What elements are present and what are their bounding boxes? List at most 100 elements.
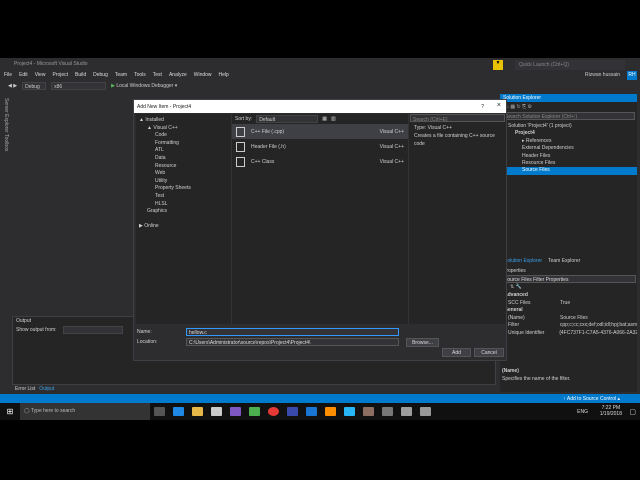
- menu-test[interactable]: Test: [153, 72, 162, 80]
- properties-object-select[interactable]: Source Files Filter Properties: [501, 275, 636, 283]
- store-icon[interactable]: [211, 407, 222, 416]
- tree-item[interactable]: [139, 216, 228, 224]
- menu-file[interactable]: File: [4, 72, 12, 80]
- sort-label: Sort by:: [235, 116, 253, 122]
- template-item[interactable]: C++ Class Visual C++: [232, 154, 408, 169]
- solution-tree-item[interactable]: ▸ References: [500, 138, 637, 145]
- menu-project[interactable]: Project: [52, 72, 68, 80]
- platform-select[interactable]: x86: [51, 82, 107, 90]
- add-to-source-control[interactable]: ↑ Add to Source Control ▴: [563, 396, 620, 402]
- name-label: Name:: [137, 329, 152, 335]
- tree-item[interactable]: Property Sheets: [139, 185, 228, 193]
- properties-sort-icons[interactable]: ⇅ 🔧: [500, 283, 637, 292]
- tree-item[interactable]: Code: [139, 132, 228, 140]
- tab-output[interactable]: Output: [39, 386, 54, 392]
- menu-debug[interactable]: Debug: [93, 72, 108, 80]
- solution-search-input[interactable]: Search Solution Explorer (Ctrl+;): [502, 112, 635, 120]
- tree-item[interactable]: ▶ Online: [139, 223, 228, 231]
- tray-language[interactable]: ENG: [577, 409, 588, 415]
- solution-tree-item[interactable]: External Dependencies: [500, 145, 637, 152]
- menu-team[interactable]: Team: [115, 72, 127, 80]
- add-button[interactable]: Add: [442, 348, 471, 357]
- property-row[interactable]: SCC Files True: [500, 300, 637, 308]
- template-item[interactable]: C++ File (.cpp) Visual C++: [232, 124, 408, 139]
- property-category[interactable]: Advanced: [500, 292, 637, 300]
- app-icon[interactable]: [401, 407, 412, 416]
- tree-item[interactable]: Utility: [139, 178, 228, 186]
- solution-tree-item[interactable]: Project4: [500, 130, 637, 137]
- sort-select[interactable]: Default: [256, 115, 319, 123]
- menu-window[interactable]: Window: [194, 72, 212, 80]
- tree-item[interactable]: Test: [139, 193, 228, 201]
- cancel-button[interactable]: Cancel: [474, 348, 504, 357]
- tree-item[interactable]: Graphics: [139, 208, 228, 216]
- menu-help[interactable]: Help: [219, 72, 229, 80]
- solution-toolbar[interactable]: ⌂ ▦ ↻ ⎘ ⚙: [500, 102, 637, 112]
- location-select[interactable]: C:\Users\Administrator\source\repos\Proj…: [186, 338, 399, 346]
- clock[interactable]: 7:22 PM 1/19/2018: [600, 405, 622, 417]
- property-row[interactable]: Filter cpp;c;cc;cxx;def;odl;idl;hpj;bat;a…: [500, 322, 637, 330]
- template-item[interactable]: Header File (.h) Visual C++: [232, 139, 408, 154]
- tab-solution-explorer[interactable]: Solution Explorer: [504, 258, 542, 264]
- edge-icon[interactable]: [173, 407, 184, 416]
- property-row[interactable]: Unique Identifier {4FC737F1-C7A5-4376-A06…: [500, 330, 637, 338]
- menu-view[interactable]: View: [35, 72, 46, 80]
- user-name[interactable]: Rizwan hussain: [585, 72, 620, 78]
- feedback-filter-icon[interactable]: ▼: [493, 60, 503, 70]
- side-tabs[interactable]: Server Explorer Toolbox: [0, 94, 10, 384]
- chrome-icon[interactable]: [268, 407, 279, 416]
- windows-start-icon[interactable]: ⊞: [0, 407, 20, 416]
- menu-tools[interactable]: Tools: [134, 72, 146, 80]
- tree-item[interactable]: Resource: [139, 163, 228, 171]
- quick-launch-input[interactable]: Quick Launch (Ctrl+Q): [515, 60, 625, 70]
- menu-analyze[interactable]: Analyze: [169, 72, 187, 80]
- property-category[interactable]: General: [500, 307, 637, 315]
- tree-item[interactable]: ▲ Visual C++: [139, 125, 228, 133]
- tree-item[interactable]: Data: [139, 155, 228, 163]
- vlc-icon[interactable]: [325, 407, 336, 416]
- solution-tree-item[interactable]: Header Files: [500, 153, 637, 160]
- name-input[interactable]: hellow.c: [186, 328, 399, 336]
- tree-item[interactable]: Web: [139, 170, 228, 178]
- app-icon[interactable]: [420, 407, 431, 416]
- app-icon[interactable]: [382, 407, 393, 416]
- output-source-select[interactable]: [62, 326, 123, 334]
- close-button[interactable]: ×: [497, 102, 501, 109]
- app-icon[interactable]: [249, 407, 260, 416]
- tree-item[interactable]: ▲ Installed: [139, 117, 228, 125]
- grid-view-icon[interactable]: ▦: [322, 116, 327, 122]
- help-button[interactable]: ?: [481, 104, 484, 110]
- avatar[interactable]: RH: [627, 71, 637, 80]
- solution-explorer: Solution Explorer ⌂ ▦ ↻ ⎘ ⚙ Search Solut…: [500, 94, 637, 267]
- app-icon[interactable]: [344, 407, 355, 416]
- solution-tree-item[interactable]: Resource Files: [500, 160, 637, 167]
- tab-error-list[interactable]: Error List: [15, 386, 35, 392]
- solution-tree-item[interactable]: Source Files: [500, 167, 637, 175]
- list-view-icon[interactable]: ▥: [331, 116, 336, 122]
- play-icon: ▶: [111, 83, 115, 89]
- taskbar-search-input[interactable]: ◯ Type here to search: [20, 403, 150, 420]
- menu-edit[interactable]: Edit: [19, 72, 28, 80]
- app-icon[interactable]: [287, 407, 298, 416]
- task-view-icon[interactable]: [154, 407, 165, 416]
- tree-item[interactable]: Formatting: [139, 140, 228, 148]
- notifications-icon[interactable]: ▢: [629, 408, 636, 416]
- properties-title: Properties: [503, 268, 526, 274]
- tree-item[interactable]: HLSL: [139, 201, 228, 209]
- app-icon[interactable]: [363, 407, 374, 416]
- menu-build[interactable]: Build: [75, 72, 86, 80]
- back-forward-icon[interactable]: ◀ ▶: [8, 83, 17, 89]
- template-search-input[interactable]: Search (Ctrl+E): [410, 114, 505, 123]
- info-type: Type: Visual C++: [414, 125, 452, 131]
- browse-button[interactable]: Browse...: [406, 338, 439, 347]
- tab-team-explorer[interactable]: Team Explorer: [548, 258, 580, 264]
- solution-tree-item[interactable]: Solution 'Project4' (1 project): [500, 123, 637, 130]
- property-row[interactable]: (Name) Source Files: [500, 315, 637, 323]
- start-debugger-button[interactable]: ▶ Local Windows Debugger ▾: [111, 83, 177, 89]
- tree-item[interactable]: ATL: [139, 147, 228, 155]
- config-select[interactable]: Debug: [22, 82, 47, 90]
- vscode-icon[interactable]: [306, 407, 317, 416]
- visual-studio-icon[interactable]: [230, 407, 241, 416]
- file-explorer-icon[interactable]: [192, 407, 203, 416]
- solution-explorer-title: Solution Explorer: [500, 94, 637, 102]
